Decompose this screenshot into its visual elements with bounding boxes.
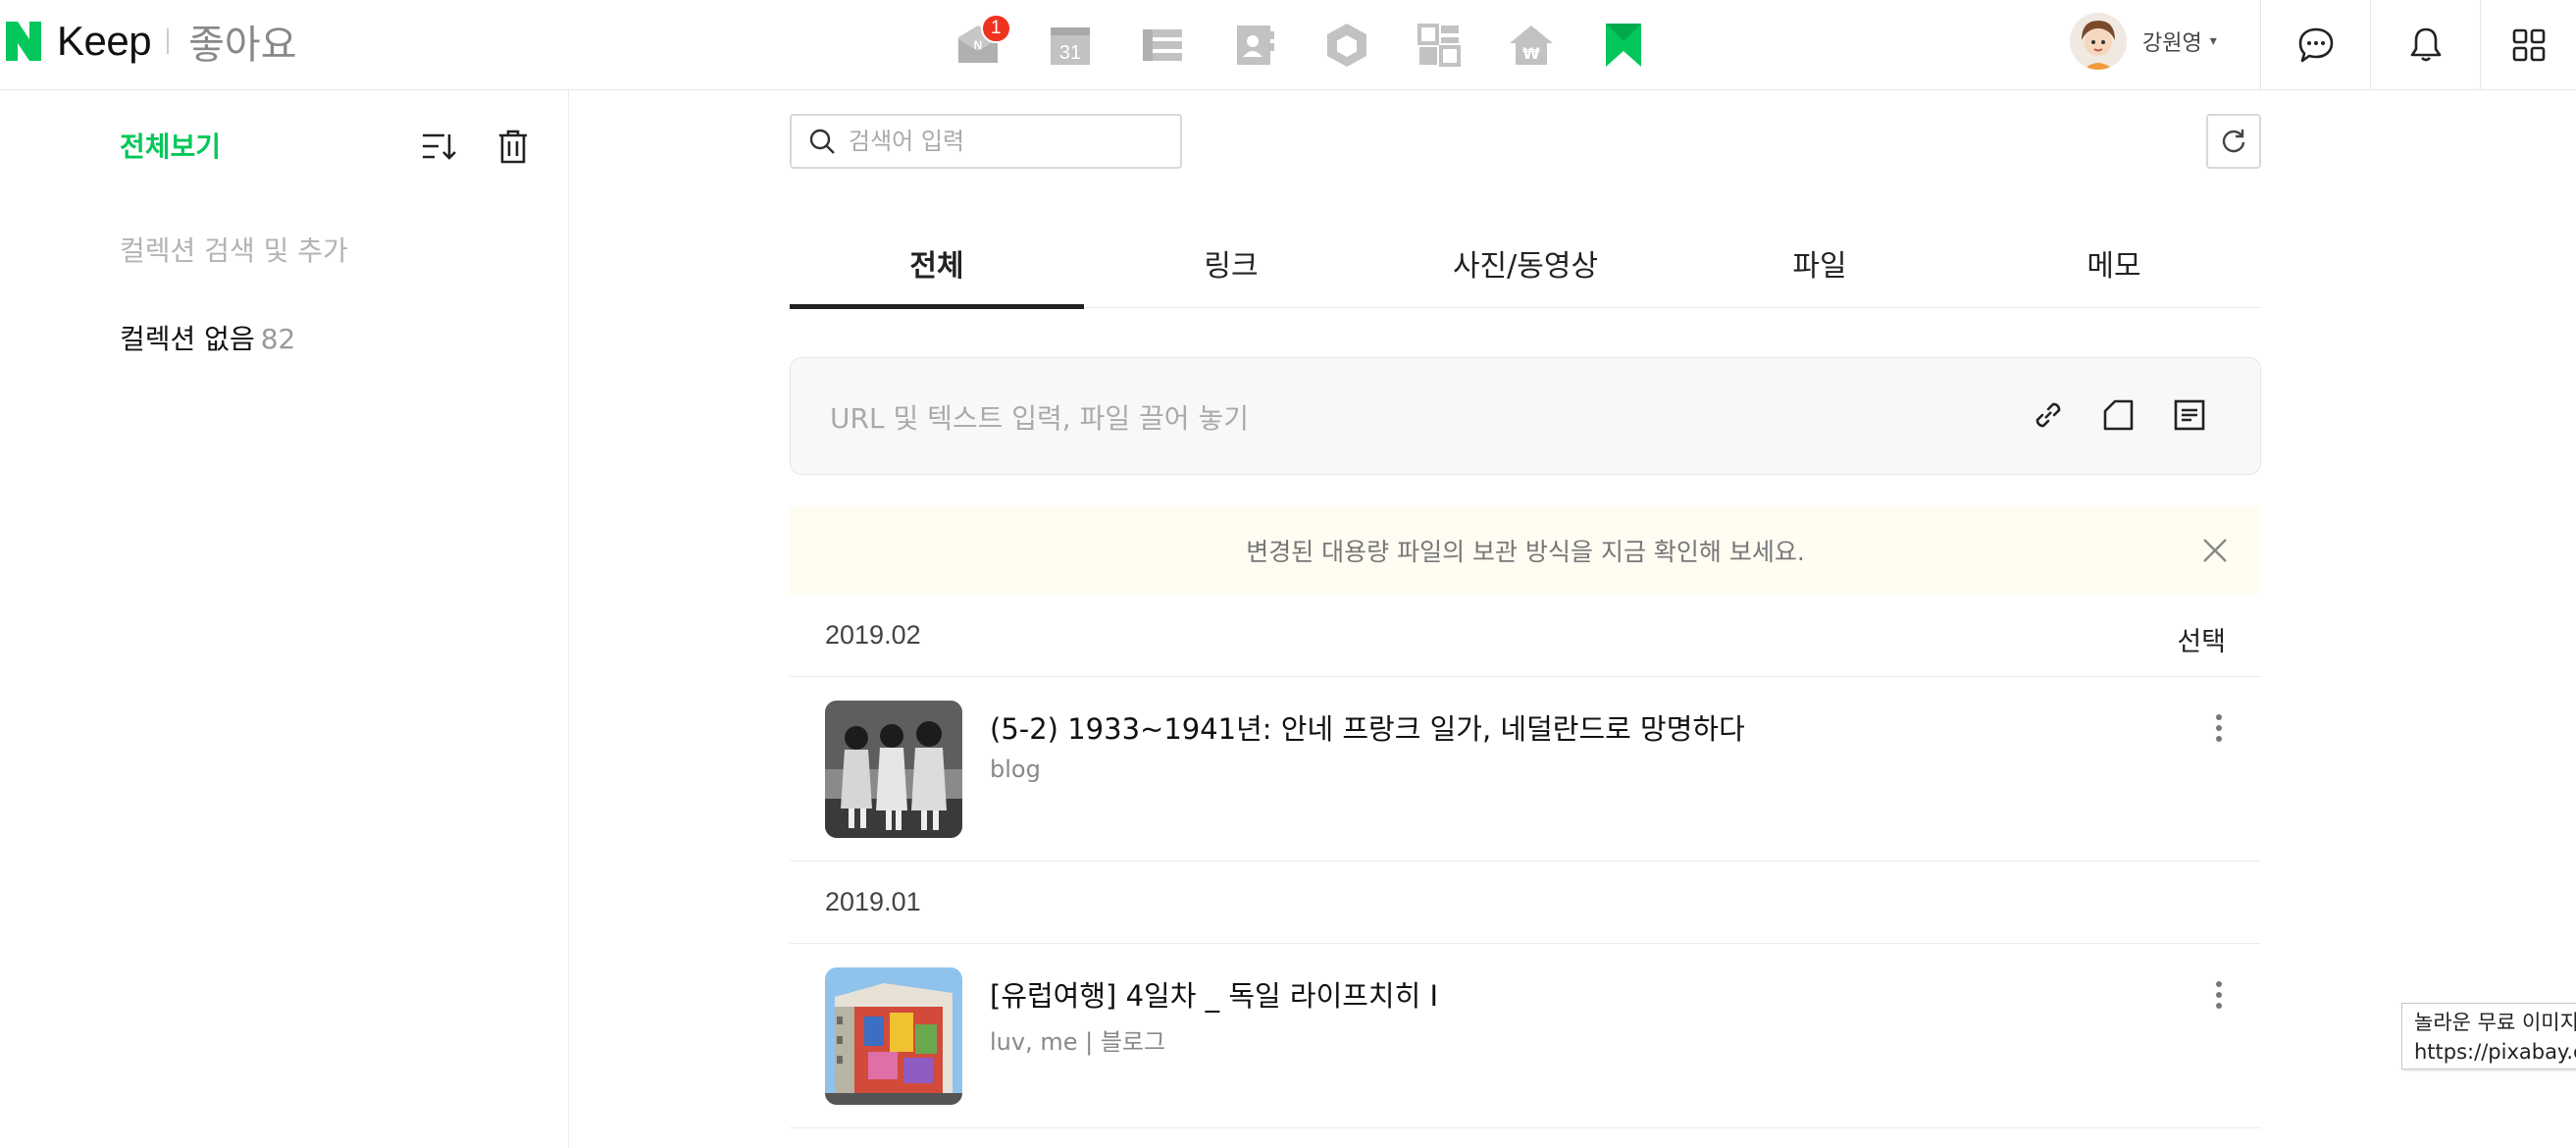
- memo-icon: [2174, 399, 2205, 431]
- tooltip: 놀라운 무료 이미지 https://pixabay.c: [2401, 1003, 2576, 1070]
- tab-file[interactable]: 파일: [1673, 218, 1967, 308]
- keep-app-button[interactable]: [1577, 10, 1670, 80]
- link-icon: [2035, 402, 2061, 428]
- all-services-button[interactable]: [2480, 0, 2576, 90]
- item-thumbnail[interactable]: [825, 967, 962, 1105]
- talk-button[interactable]: [2260, 0, 2370, 90]
- sidebar-item-no-collection[interactable]: 컬렉션 없음 82: [120, 318, 295, 357]
- notice-banner: 변경된 대용량 파일의 보관 방식을 지금 확인해 보세요.: [790, 506, 2261, 595]
- list-item[interactable]: [유럽여행] 4일차 _ 독일 라이프치히 I luv, me | 블로그: [790, 944, 2261, 1128]
- file-icon: [2103, 399, 2134, 431]
- notice-text[interactable]: 변경된 대용량 파일의 보관 방식을 지금 확인해 보세요.: [1246, 533, 1805, 568]
- calendar-app-button[interactable]: 31: [1024, 10, 1116, 80]
- chat-icon: [2298, 27, 2333, 63]
- tab-all[interactable]: 전체: [790, 218, 1084, 309]
- collection-search-add[interactable]: 컬렉션 검색 및 추가: [120, 230, 348, 269]
- brand-logo[interactable]: Keep 좋아요: [6, 14, 297, 69]
- section-title: 좋아요: [188, 23, 297, 68]
- tab-link[interactable]: 링크: [1084, 218, 1378, 308]
- bookmark-icon: [1606, 24, 1641, 67]
- add-link-button[interactable]: [2027, 393, 2070, 437]
- sidebar: 전체보기 컬렉션 검색 및 추가 컬렉션 없음 82: [0, 90, 569, 1148]
- list-item[interactable]: (5-2) 1933~1941년: 안네 프랑크 일가, 네덜란드로 망명하다 …: [790, 677, 2261, 861]
- mail-app-button[interactable]: N 1: [932, 10, 1024, 80]
- pay-app-button[interactable]: ₩: [1485, 10, 1577, 80]
- close-icon[interactable]: [2198, 534, 2232, 567]
- calendar-icon: 31: [1051, 27, 1090, 65]
- search-input[interactable]: [849, 128, 1162, 155]
- more-options-button[interactable]: [2204, 975, 2234, 1015]
- top-header: Keep 좋아요 N 1 31 ₩ 강원영 ▾: [0, 0, 2576, 90]
- naver-n-logo-icon: [6, 22, 41, 61]
- chevron-down-icon: ▾: [2209, 33, 2217, 49]
- search-box[interactable]: [790, 114, 1182, 169]
- service-shortcuts: N 1 31 ₩: [932, 10, 1670, 80]
- notification-button[interactable]: [2370, 0, 2480, 90]
- date-group-header: 2019.01: [790, 861, 2261, 944]
- board-icon: [1417, 24, 1461, 67]
- more-icon: [2216, 714, 2222, 742]
- add-memo-button[interactable]: [2168, 393, 2211, 437]
- bell-icon: [2410, 27, 2441, 62]
- add-file-button[interactable]: [2097, 393, 2140, 437]
- cube-icon: [1327, 24, 1366, 67]
- no-collection-label: 컬렉션 없음: [120, 323, 255, 355]
- calendar-day: 31: [1059, 42, 1081, 64]
- content-tabs: 전체 링크 사진/동영상 파일 메모: [790, 218, 2261, 309]
- date-group-header: 2019.02 선택: [790, 595, 2261, 677]
- tab-memo[interactable]: 메모: [1967, 218, 2261, 308]
- mail-unread-badge: 1: [981, 14, 1011, 43]
- avatar-icon: [2070, 13, 2127, 70]
- item-title[interactable]: [유럽여행] 4일차 _ 독일 라이프치히 I: [990, 973, 1438, 1015]
- item-thumbnail[interactable]: [825, 701, 962, 838]
- sort-button[interactable]: [418, 126, 459, 167]
- more-icon: [2216, 981, 2222, 1009]
- pay-icon: ₩: [1510, 26, 1553, 65]
- cube-app-button[interactable]: [1301, 10, 1393, 80]
- sidebar-item-all[interactable]: 전체보기: [120, 126, 221, 165]
- tooltip-line-1: 놀라운 무료 이미지: [2414, 1011, 2576, 1034]
- tab-photo-video[interactable]: 사진/동영상: [1378, 218, 1673, 308]
- date-label: 2019.01: [825, 887, 921, 916]
- search-icon: [809, 129, 835, 154]
- trash-icon: [499, 130, 527, 164]
- dropzone-placeholder: URL 및 텍스트 입력, 파일 끌어 놓기: [830, 402, 1249, 435]
- board-app-button[interactable]: [1393, 10, 1485, 80]
- trash-button[interactable]: [492, 126, 534, 167]
- app-grid-icon: [2512, 28, 2545, 62]
- avatar: [2070, 13, 2127, 70]
- contacts-app-button[interactable]: [1209, 10, 1301, 80]
- item-meta: blog: [990, 756, 1041, 783]
- contacts-icon: [1237, 26, 1274, 65]
- select-button[interactable]: 선택: [2177, 620, 2226, 658]
- list-app-button[interactable]: [1116, 10, 1209, 80]
- brand-divider: [167, 28, 170, 54]
- svg-text:N: N: [974, 38, 983, 52]
- date-label: 2019.02: [825, 620, 921, 650]
- brand-name: Keep: [57, 18, 152, 64]
- sort-icon: [423, 133, 456, 160]
- more-options-button[interactable]: [2204, 708, 2234, 748]
- tooltip-line-2: https://pixabay.c: [2414, 1040, 2576, 1064]
- user-name: 강원영: [2142, 31, 2202, 56]
- user-menu[interactable]: 강원영 ▾: [2070, 6, 2217, 77]
- refresh-button[interactable]: [2206, 114, 2261, 169]
- no-collection-count: 82: [260, 323, 296, 355]
- list-icon: [1143, 29, 1182, 61]
- refresh-icon: [2222, 130, 2245, 153]
- input-dropzone[interactable]: URL 및 텍스트 입력, 파일 끌어 놓기: [790, 357, 2261, 475]
- item-title[interactable]: (5-2) 1933~1941년: 안네 프랑크 일가, 네덜란드로 망명하다: [990, 706, 1745, 748]
- photo-thumbnail-icon: [825, 967, 962, 1105]
- svg-text:₩: ₩: [1522, 44, 1540, 63]
- photo-thumbnail-icon: [825, 701, 962, 838]
- item-meta: luv, me | 블로그: [990, 1028, 1166, 1056]
